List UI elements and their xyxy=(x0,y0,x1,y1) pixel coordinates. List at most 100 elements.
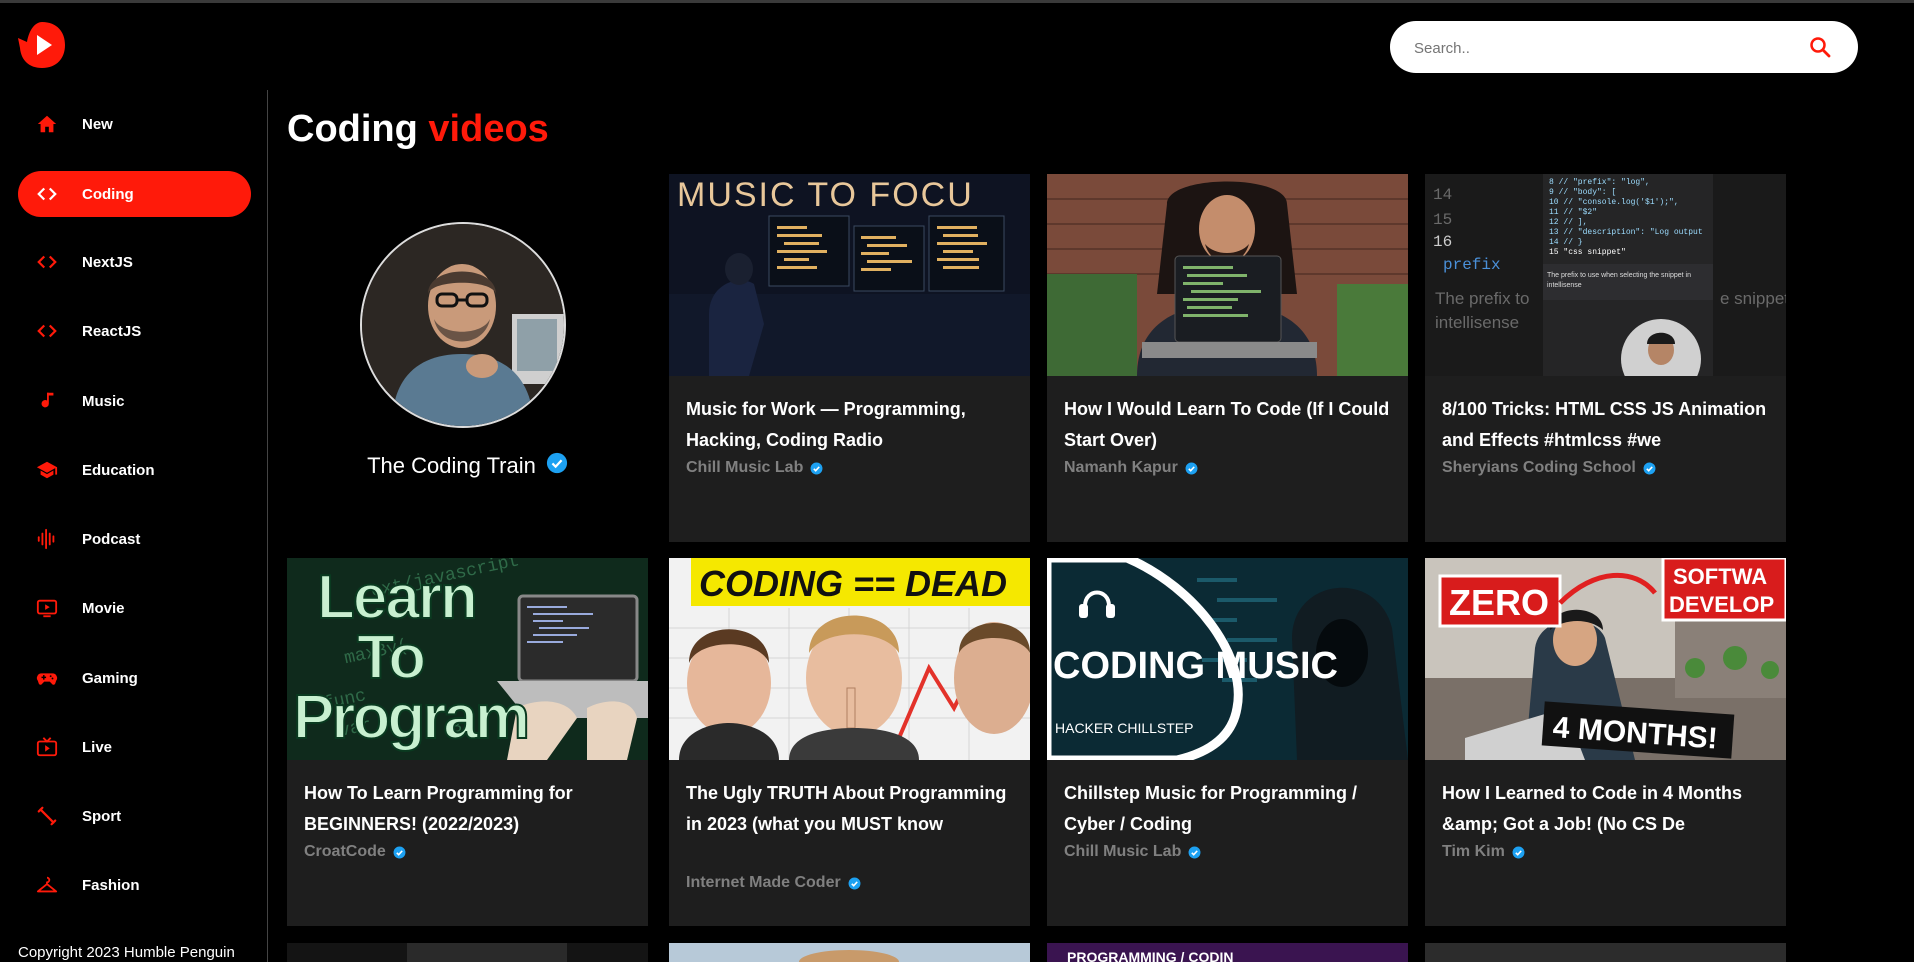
window-top-border xyxy=(0,0,1914,3)
thumbnail-text: CODING MUSIC xyxy=(1053,645,1338,687)
video-channel-row: Tim Kim xyxy=(1442,843,1525,861)
video-thumbnail[interactable]: CODING == DEAD xyxy=(669,558,1030,760)
sidebar-item-label: Gaming xyxy=(82,669,138,687)
video-channel[interactable]: Tim Kim xyxy=(1442,843,1505,861)
video-card[interactable]: ext/javascript maxBy( func var 3) Learn … xyxy=(287,558,648,926)
sidebar-item-fashion[interactable]: Fashion xyxy=(18,862,251,908)
sidebar-item-live[interactable]: Live xyxy=(18,724,251,770)
movie-icon xyxy=(36,597,58,619)
svg-text:The prefix to: The prefix to xyxy=(1435,289,1530,308)
svg-text:14 // }: 14 // } xyxy=(1549,238,1583,247)
video-card[interactable]: MUSIC TO FOCU Music for Work — Programmi… xyxy=(669,174,1030,542)
verified-icon xyxy=(1643,462,1656,474)
thumbnail-text: CODING == DEAD xyxy=(699,563,1007,604)
home-icon xyxy=(36,113,58,135)
svg-text:16: 16 xyxy=(1433,233,1452,251)
sidebar-item-label: Education xyxy=(82,461,155,479)
video-thumbnail[interactable] xyxy=(1425,943,1786,962)
channel-card[interactable]: The Coding Train xyxy=(287,174,648,540)
sidebar-item-new[interactable]: New xyxy=(18,101,251,147)
verified-icon xyxy=(1188,846,1201,858)
video-channel[interactable]: CroatCode xyxy=(304,843,386,861)
video-channel[interactable]: Chill Music Lab xyxy=(686,459,803,477)
svg-text:15 "css snippet": 15 "css snippet" xyxy=(1549,248,1626,257)
video-title[interactable]: Music for Work — Programming, Hacking, C… xyxy=(686,394,1016,456)
sidebar-item-reactjs[interactable]: ReactJS xyxy=(18,308,251,354)
video-thumbnail[interactable] xyxy=(287,943,648,962)
video-channel-row: Internet Made Coder xyxy=(686,874,861,892)
video-card[interactable]: PROGRAMMING / CODIN xyxy=(1047,943,1408,962)
video-channel[interactable]: Sheryians Coding School xyxy=(1442,459,1636,477)
sidebar-item-label: ReactJS xyxy=(82,322,142,340)
video-title[interactable]: How To Learn Programming for BEGINNERS! … xyxy=(304,778,634,840)
sidebar-item-podcast[interactable]: Podcast xyxy=(18,516,251,562)
video-thumbnail[interactable]: 14 15 16 8 // "prefix": "log", 9 // "body"… xyxy=(1425,174,1786,376)
svg-text:8 // "prefix": "log",: 8 // "prefix": "log", xyxy=(1549,178,1650,187)
video-card[interactable]: 14 15 16 8 // "prefix": "log", 9 // "body"… xyxy=(1425,174,1786,542)
video-card[interactable]: CODING == DEAD The Ugly TRUTH About Prog… xyxy=(669,558,1030,926)
verified-icon xyxy=(1185,462,1198,474)
sidebar-item-label: Fashion xyxy=(82,876,140,894)
video-title[interactable]: 8/100 Tricks: HTML CSS JS Animation and … xyxy=(1442,394,1772,456)
svg-text:14: 14 xyxy=(1433,186,1452,204)
video-channel-row: Namanh Kapur xyxy=(1064,459,1198,477)
sidebar-item-music[interactable]: Music xyxy=(18,378,251,424)
channel-name[interactable]: The Coding Train xyxy=(367,453,536,478)
logo-icon[interactable] xyxy=(17,20,67,70)
sidebar-item-movie[interactable]: Movie xyxy=(18,585,251,631)
video-thumbnail[interactable]: ZERO SOFTWA DEVELOP 4 MONTHS! xyxy=(1425,558,1786,760)
video-channel[interactable]: Internet Made Coder xyxy=(686,874,841,892)
video-title[interactable]: How I Learned to Code in 4 Months &amp; … xyxy=(1442,778,1772,840)
svg-text:10 // "console.log('$1');: 10 // "console.log('$1');", xyxy=(1549,198,1679,207)
svg-text:SOFTWA: SOFTWA xyxy=(1673,564,1767,589)
page-title-accent: videos xyxy=(428,108,549,150)
video-title[interactable]: Chillstep Music for Programming / Cyber … xyxy=(1064,778,1394,840)
code-icon xyxy=(36,320,58,342)
video-card[interactable]: CODING MUSIC HACKER CHILLSTEP Chillstep … xyxy=(1047,558,1408,926)
video-channel[interactable]: Namanh Kapur xyxy=(1064,459,1178,477)
search-input[interactable] xyxy=(1412,35,1796,61)
sidebar-item-label: Music xyxy=(82,392,125,410)
live-tv-icon xyxy=(36,736,58,758)
sidebar-item-sport[interactable]: Sport xyxy=(18,793,251,839)
svg-text:HACKER CHILLSTEP: HACKER CHILLSTEP xyxy=(1055,720,1193,736)
svg-text:intellisense: intellisense xyxy=(1547,282,1582,289)
sidebar-item-nextjs[interactable]: NextJS xyxy=(18,239,251,285)
video-card[interactable]: ZERO SOFTWA DEVELOP 4 MONTHS! How I Lear… xyxy=(1425,558,1786,926)
video-thumbnail[interactable]: ext/javascript maxBy( func var 3) Learn … xyxy=(287,558,648,760)
video-title[interactable]: The Ugly TRUTH About Programming in 2023… xyxy=(686,778,1016,840)
video-thumbnail[interactable] xyxy=(1047,174,1408,376)
search-icon[interactable] xyxy=(1808,35,1832,59)
thumbnail-text: prefix xyxy=(1443,256,1501,274)
svg-text:13 // "description": "Log ou: 13 // "description": "Log output xyxy=(1549,228,1703,237)
video-card[interactable] xyxy=(287,943,648,962)
sidebar-item-education[interactable]: Education xyxy=(18,447,251,493)
sidebar-item-gaming[interactable]: Gaming xyxy=(18,655,251,701)
svg-text:9 // "body": [: 9 // "body": [ xyxy=(1549,188,1616,197)
video-card[interactable] xyxy=(1425,943,1786,962)
page-title-main: Coding xyxy=(287,108,418,150)
svg-text:To: To xyxy=(357,623,424,692)
video-thumbnail[interactable] xyxy=(669,943,1030,962)
video-thumbnail[interactable]: MUSIC TO FOCU xyxy=(669,174,1030,376)
video-card[interactable]: How I Would Learn To Code (If I Could St… xyxy=(1047,174,1408,542)
video-title[interactable]: How I Would Learn To Code (If I Could St… xyxy=(1064,394,1394,456)
copyright-text: Copyright 2023 Humble Penguin xyxy=(18,944,235,961)
svg-text:Program: Program xyxy=(293,683,527,752)
graduation-cap-icon xyxy=(36,459,58,481)
podcast-icon xyxy=(36,528,58,550)
code-icon xyxy=(36,251,58,273)
sport-icon xyxy=(36,805,58,827)
video-thumbnail[interactable]: PROGRAMMING / CODIN xyxy=(1047,943,1408,962)
thumbnail-text: ZERO xyxy=(1449,582,1549,623)
gamepad-icon xyxy=(36,667,58,689)
svg-text:11 // "$2": 11 // "$2" xyxy=(1549,208,1597,217)
sidebar-item-coding[interactable]: Coding xyxy=(18,171,251,217)
video-thumbnail[interactable]: CODING MUSIC HACKER CHILLSTEP xyxy=(1047,558,1408,760)
channel-avatar[interactable] xyxy=(360,222,566,428)
code-icon xyxy=(36,183,58,205)
video-card[interactable] xyxy=(669,943,1030,962)
video-channel[interactable]: Chill Music Lab xyxy=(1064,843,1181,861)
sidebar-item-label: Sport xyxy=(82,807,122,825)
svg-text:15: 15 xyxy=(1433,211,1452,229)
